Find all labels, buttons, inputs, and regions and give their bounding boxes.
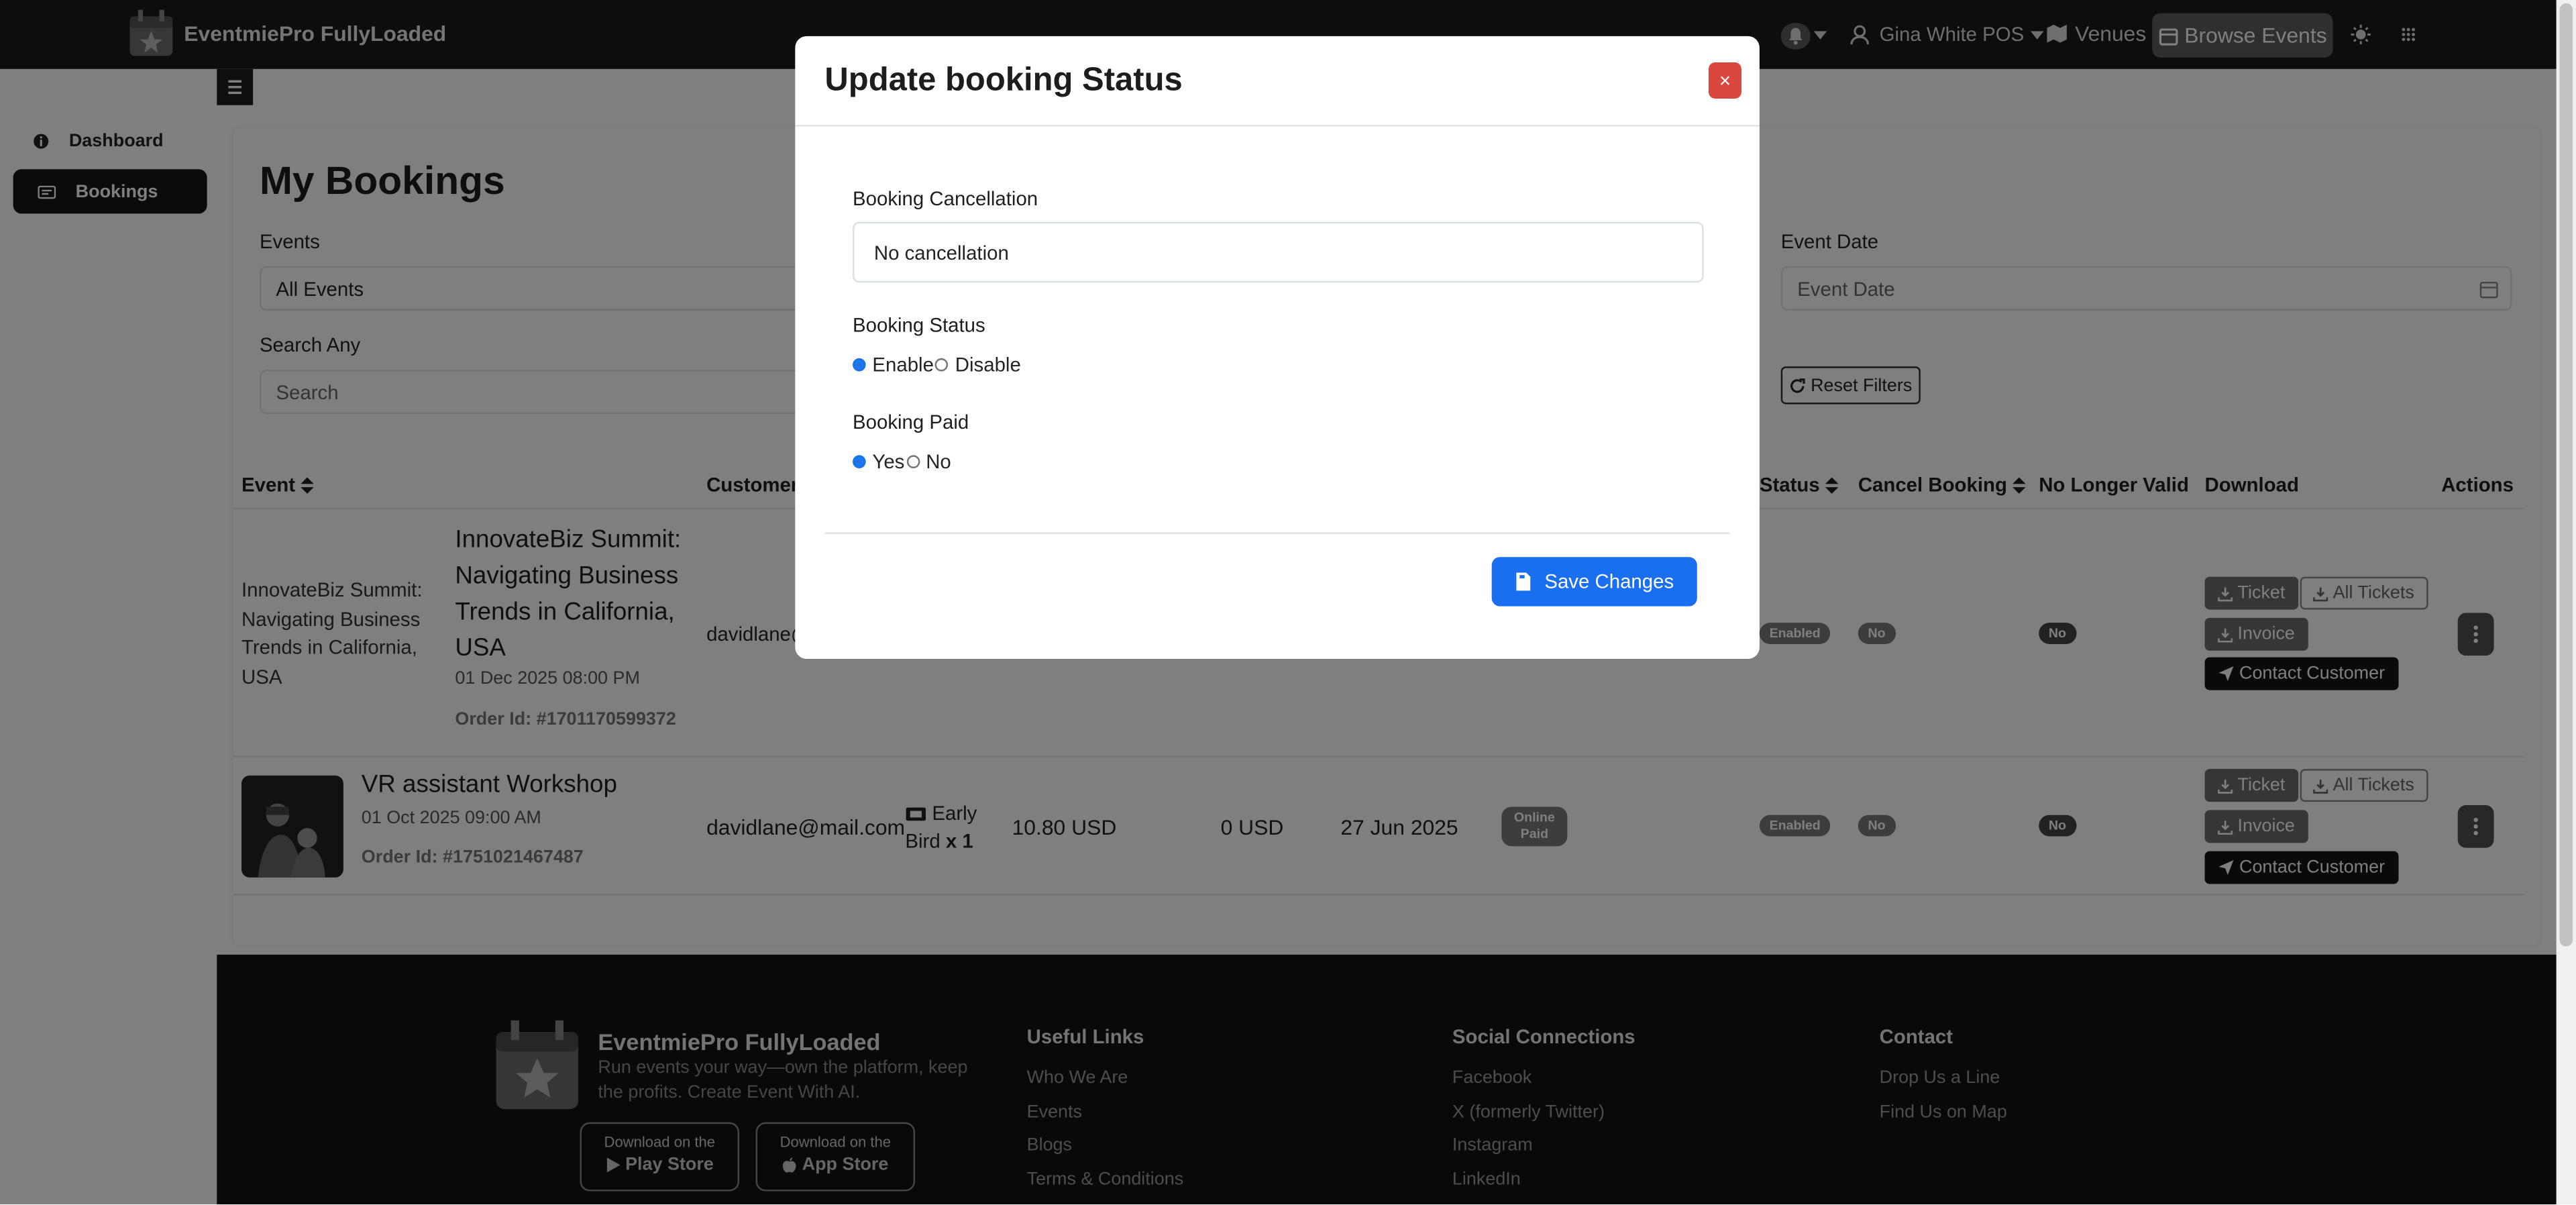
status-disable-radio[interactable] [935,358,949,372]
booking-paid-label: Booking Paid [853,411,969,434]
save-changes-button[interactable]: Save Changes [1491,557,1697,607]
status-enable-label[interactable]: Enable [872,354,934,376]
save-icon [1515,572,1531,591]
scrollbar-thumb[interactable] [2559,3,2573,947]
modal-footer-divider [824,532,1730,534]
paid-no-radio[interactable] [906,455,920,468]
paid-yes-label[interactable]: Yes [872,450,904,473]
booking-cancellation-select[interactable]: No cancellation [853,221,1704,283]
update-booking-modal: Update booking Status × Booking Cancella… [795,36,1760,660]
save-changes-label: Save Changes [1544,570,1674,594]
paid-yes-radio[interactable] [853,455,866,468]
modal-header-divider [795,125,1760,127]
booking-paid-radios: Yes No [853,450,951,473]
paid-no-label[interactable]: No [926,450,951,473]
booking-status-radios: Enable Disable [853,354,1021,376]
booking-status-label: Booking Status [853,313,985,337]
status-disable-label[interactable]: Disable [955,354,1021,376]
close-icon: × [1719,68,1731,93]
status-enable-radio[interactable] [853,358,866,372]
modal-title: Update booking Status [824,62,1183,99]
modal-close-button[interactable]: × [1708,62,1741,99]
booking-cancellation-label: Booking Cancellation [853,187,1038,211]
